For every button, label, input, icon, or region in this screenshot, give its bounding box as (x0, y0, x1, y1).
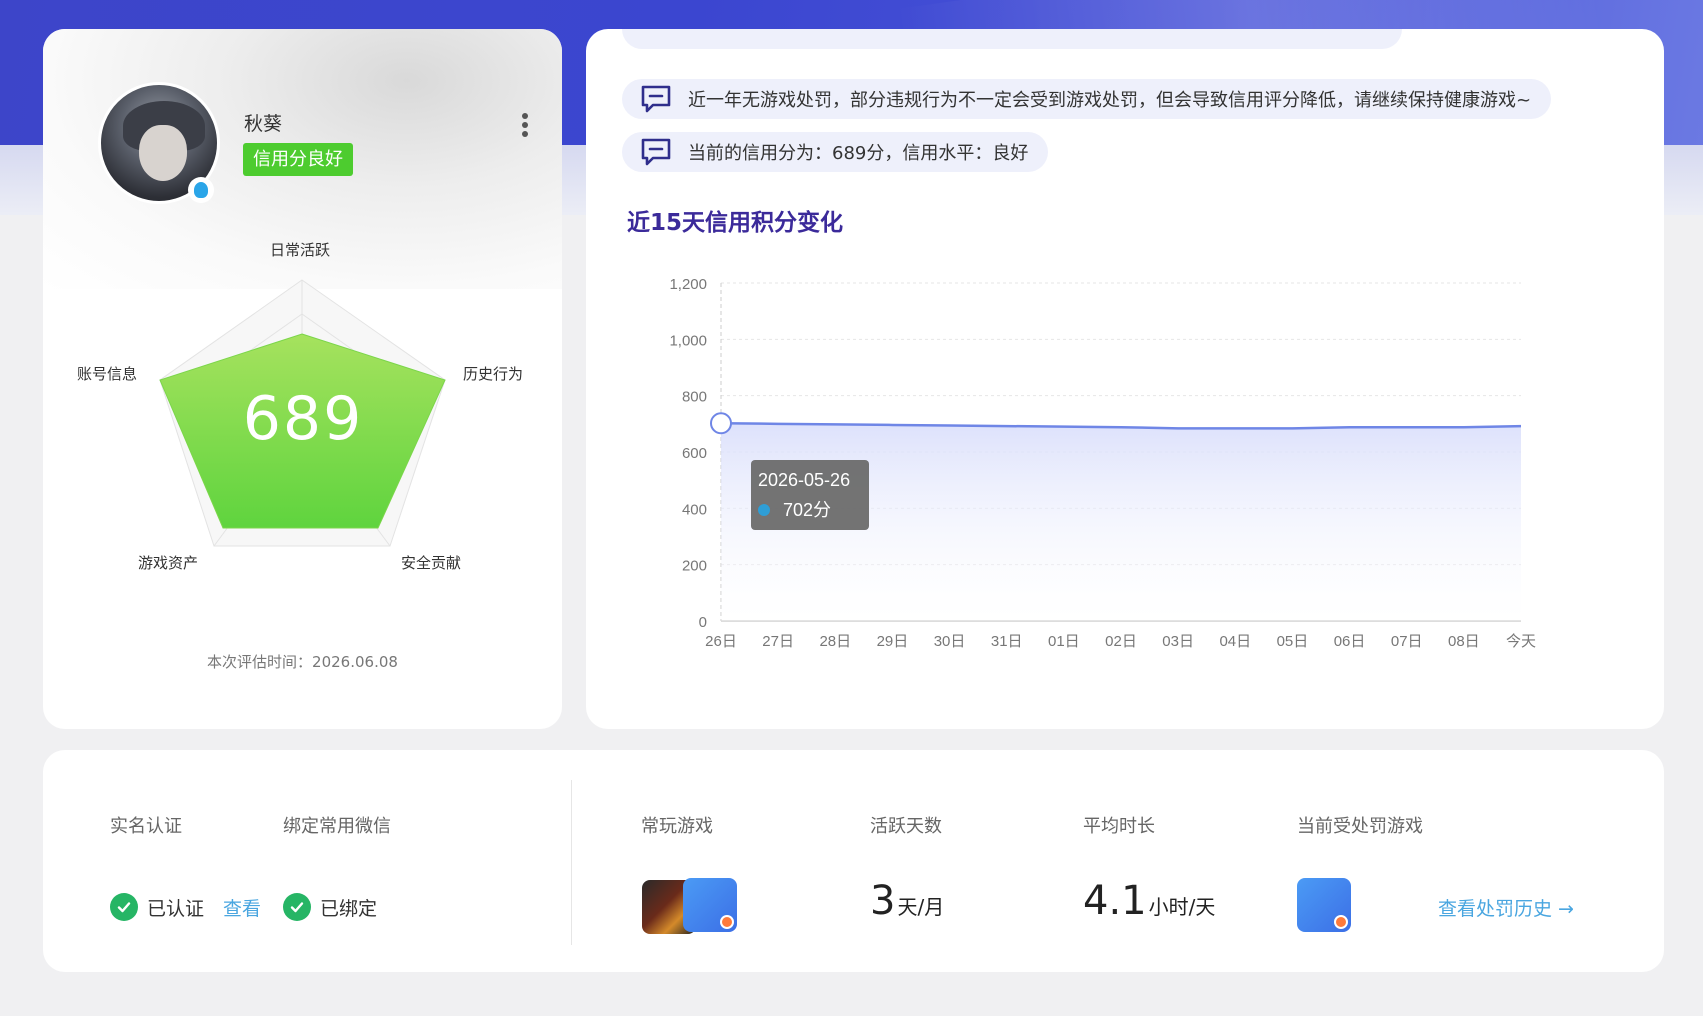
y-tick-label: 1,000 (669, 332, 707, 349)
data-point (1348, 425, 1352, 429)
data-point-highlighted (710, 412, 732, 435)
x-tick-label: 30日 (934, 633, 966, 650)
x-tick-label: 01日 (1048, 633, 1080, 650)
radar-label-security: 安全贡献 (401, 554, 462, 572)
stats-divider (571, 780, 572, 945)
view-realname-link[interactable]: 查看 (223, 894, 261, 921)
tooltip-value: 702分 (783, 500, 831, 520)
x-tick-label: 27日 (762, 633, 794, 650)
credit-line-chart[interactable]: 0 200 400 600 800 1,000 1,200 26日 27日 28日 29日 30日 31… (586, 29, 1664, 729)
x-tick-label: 今天 (1506, 633, 1536, 650)
data-point (1062, 425, 1066, 429)
x-tick-label: 29日 (877, 633, 909, 650)
active-days-value: 3 天/月 (870, 878, 945, 924)
x-tick-label: 05日 (1277, 633, 1309, 650)
data-point (1462, 425, 1466, 429)
wechat-label: 绑定常用微信 (283, 816, 391, 837)
avg-time-label: 平均时长 (1083, 816, 1155, 837)
wechat-status: 已绑定 (283, 893, 377, 921)
data-point (890, 423, 894, 427)
punished-games-label: 当前受处罚游戏 (1297, 816, 1423, 837)
x-tick-label: 08日 (1448, 633, 1480, 650)
x-tick-label: 31日 (991, 633, 1023, 650)
check-icon (110, 893, 138, 921)
stats-card: 实名认证 绑定常用微信 已认证 查看 已绑定 常玩游戏 活跃天数 3 天/月 平均… (43, 750, 1664, 972)
punished-game-icon[interactable] (1297, 878, 1351, 932)
profile-card: 秋葵 信用分良好 689 日常活跃 历史行为 安全贡献 游戏资产 账号信息 本次… (43, 29, 562, 729)
x-tick-label: 06日 (1334, 633, 1366, 650)
y-tick-label: 800 (682, 389, 707, 406)
data-point (833, 422, 837, 426)
game-icon-partyland[interactable] (683, 878, 737, 932)
credit-info-card: 近一年无游戏处罚，部分违规行为不一定会受到游戏处罚，但会导致信用评分降低，请继续… (586, 29, 1664, 729)
view-punishment-history-link[interactable]: 查看处罚历史 → (1438, 894, 1574, 921)
realname-label: 实名认证 (110, 816, 182, 837)
data-point (1233, 426, 1237, 430)
data-point (948, 424, 952, 428)
x-tick-label: 28日 (819, 633, 851, 650)
x-tick-label: 26日 (705, 633, 737, 650)
data-point (1405, 425, 1409, 429)
y-tick-label: 600 (682, 445, 707, 462)
check-icon (283, 893, 311, 921)
data-point (1290, 426, 1294, 430)
data-point (1176, 426, 1180, 430)
data-point (1119, 425, 1123, 429)
radar-label-assets: 游戏资产 (138, 554, 199, 572)
data-point (776, 422, 780, 426)
wechat-status-text: 已绑定 (320, 897, 378, 920)
realname-status-text: 已认证 (147, 897, 205, 920)
y-tick-label: 1,200 (669, 276, 707, 293)
y-tick-label: 200 (682, 558, 707, 575)
data-point (1519, 424, 1523, 428)
games-label: 常玩游戏 (641, 816, 713, 837)
realname-status: 已认证 (110, 893, 204, 921)
radar-label-account: 账号信息 (77, 365, 138, 383)
x-tick-label: 07日 (1391, 633, 1423, 650)
avg-time-value: 4.1 小时/天 (1083, 878, 1216, 924)
active-days-label: 活跃天数 (870, 816, 942, 837)
data-point (1005, 424, 1009, 428)
evaluation-time: 本次评估时间：2026.06.08 (207, 653, 398, 671)
y-tick-label: 0 (699, 614, 707, 631)
radar-label-daily: 日常活跃 (270, 241, 331, 259)
credit-score: 689 (242, 384, 364, 454)
radar-label-history: 历史行为 (463, 365, 524, 383)
x-tick-label: 04日 (1219, 633, 1251, 650)
x-tick-label: 03日 (1162, 633, 1194, 650)
tooltip-date: 2026-05-26 (758, 470, 850, 490)
tooltip-series-dot (758, 504, 770, 516)
x-tick-label: 02日 (1105, 633, 1137, 650)
y-tick-label: 400 (682, 501, 707, 518)
